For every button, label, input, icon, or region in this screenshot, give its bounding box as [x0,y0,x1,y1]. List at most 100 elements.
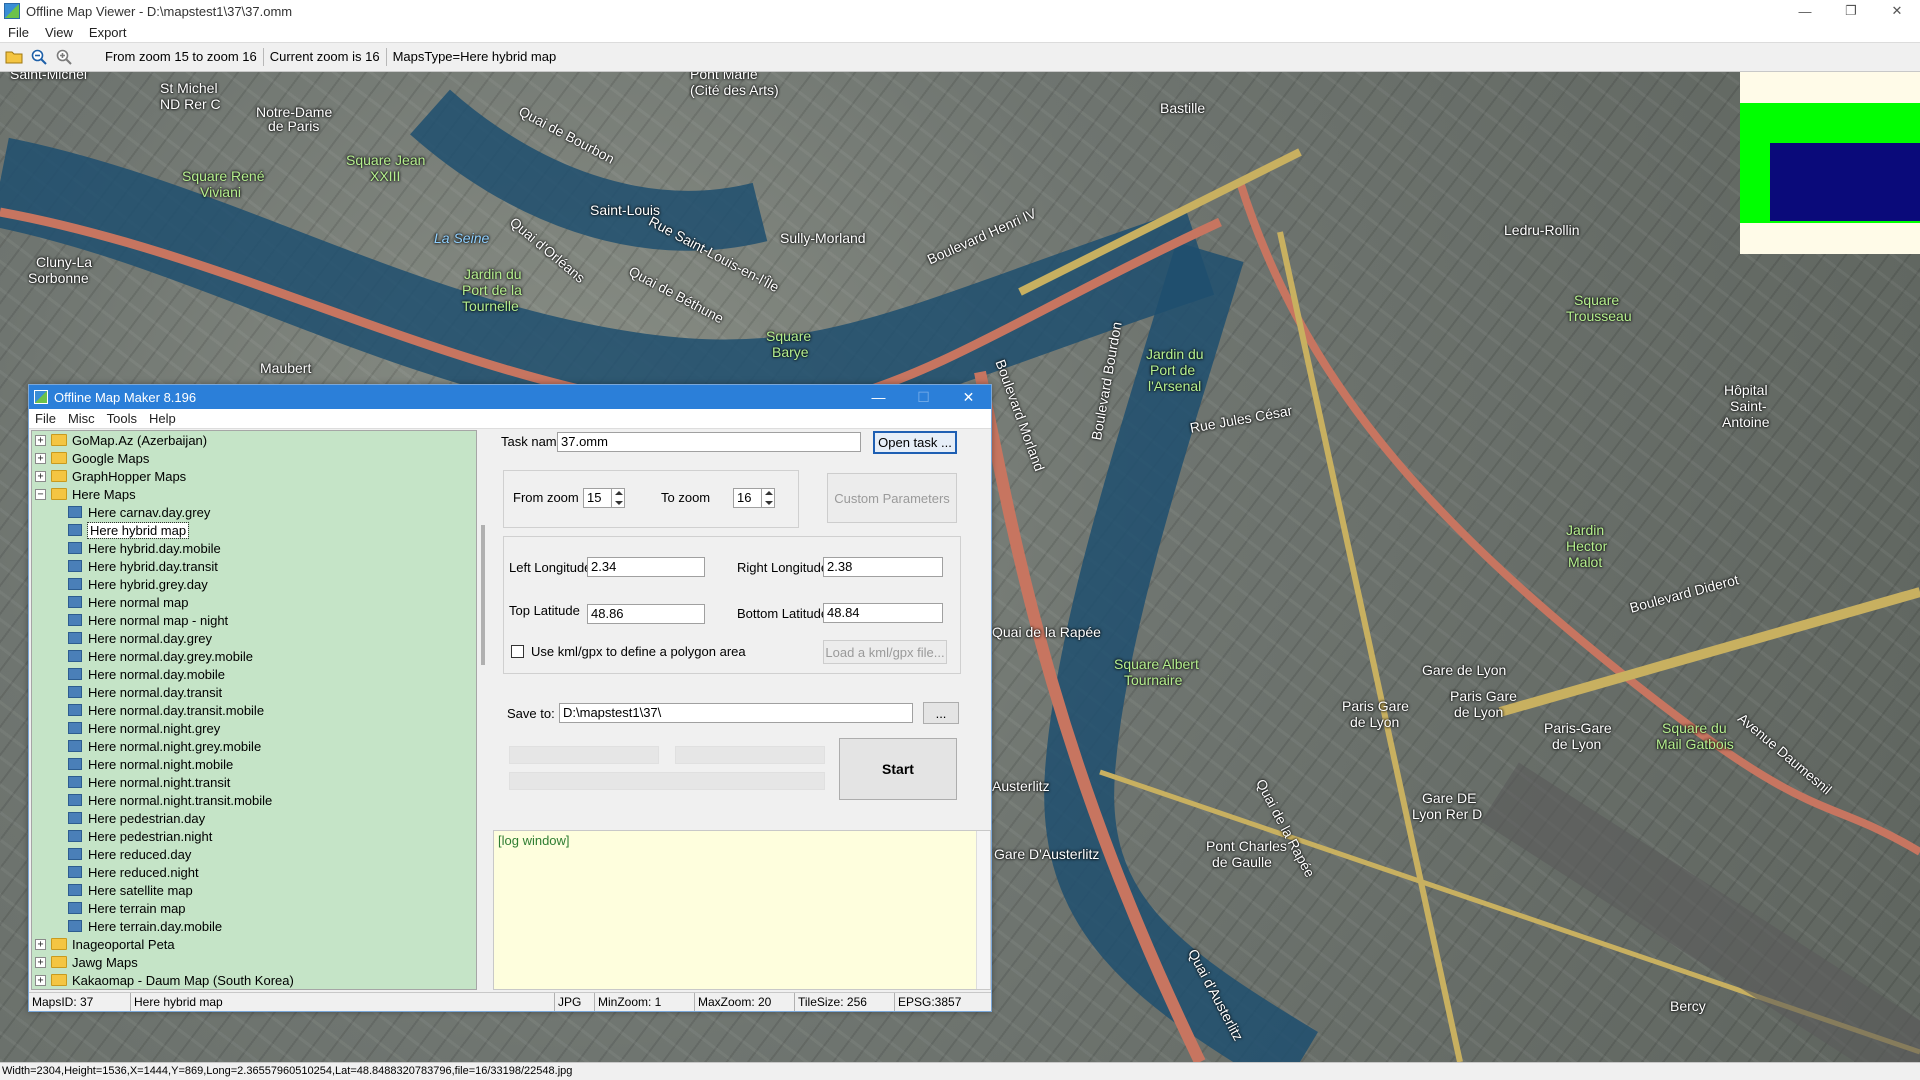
tree-item[interactable]: Here terrain map [32,899,476,917]
tree-folder[interactable]: + Jawg Maps [32,953,476,971]
menu-export[interactable]: Export [81,25,135,40]
maker-close-button[interactable]: ✕ [946,385,991,409]
top-latitude-input[interactable]: 48.86 [587,604,705,624]
tree-folder[interactable]: + GraphHopper Maps [32,467,476,485]
tree-item[interactable]: Here normal.night.mobile [32,755,476,773]
close-button[interactable]: ✕ [1874,0,1920,22]
map-label: ND Rer C [160,96,221,112]
tree-item-label: Here terrain.day.mobile [88,918,223,934]
tree-item[interactable]: Here normal.night.grey [32,719,476,737]
tree-item[interactable]: Here satellite map [32,881,476,899]
from-zoom-spinner[interactable] [611,488,625,508]
map-layer-icon [68,704,82,716]
left-longitude-input[interactable]: 2.34 [587,557,705,577]
overview-viewport[interactable] [1770,143,1920,221]
map-label: Lyon Rer D [1412,806,1483,822]
tile-size-status: TileSize: 256 [795,993,895,1011]
tree-item[interactable]: Here hybrid.day.mobile [32,539,476,557]
map-source-tree[interactable]: + GoMap.Az (Azerbaijan) + Google Maps + Graph… [31,430,477,990]
tree-item-label: Jawg Maps [72,954,138,970]
open-task-button[interactable]: Open task ... [873,431,957,454]
load-kml-button[interactable]: Load a kml/gpx file... [823,640,947,664]
maker-maximize-button[interactable]: ☐ [901,385,946,409]
map-label: Saint-Michel [10,72,88,82]
tree-item[interactable]: Here normal.night.transit [32,773,476,791]
maker-title-bar[interactable]: Offline Map Maker 8.196 — ☐ ✕ [29,385,991,409]
viewer-title: Offline Map Viewer - D:\mapstest1\37\37.… [26,3,293,19]
expand-icon[interactable]: + [35,470,46,482]
map-layer-icon [68,830,82,842]
map-layer-icon [68,614,82,626]
tree-item[interactable]: Here normal.day.transit.mobile [32,701,476,719]
minimize-button[interactable]: — [1782,0,1828,22]
map-label: Port de [1150,362,1196,378]
menu-view[interactable]: View [37,25,81,40]
maker-menu-misc[interactable]: Misc [62,411,101,426]
task-name-input[interactable]: 37.omm [557,432,861,452]
tree-folder[interactable]: + GoMap.Az (Azerbaijan) [32,431,476,449]
to-zoom-spinner[interactable] [761,488,775,508]
tree-item-label: Google Maps [72,450,150,466]
folder-icon [51,956,67,968]
tree-item[interactable]: Here normal.day.transit [32,683,476,701]
zoom-out-button[interactable] [28,46,50,68]
open-folder-button[interactable] [3,46,25,68]
tree-item[interactable]: Here pedestrian.night [32,827,476,845]
map-label: Square Jean [346,152,426,168]
tree-item[interactable]: Here normal map - night [32,611,476,629]
save-to-input[interactable]: D:\mapstest1\37\ [559,703,913,723]
tree-item-label: Here normal.night.transit [88,774,231,790]
expand-icon[interactable]: + [35,452,46,464]
map-label: Mail Gatbois [1656,736,1734,752]
right-longitude-input[interactable]: 2.38 [823,557,943,577]
map-label: Gare D'Austerlitz [994,846,1100,862]
task-form: Task name 37.omm Open task ... From zoom… [493,430,991,828]
menu-file[interactable]: File [0,25,37,40]
tree-item[interactable]: Here normal map [32,593,476,611]
tree-item[interactable]: Here pedestrian.day [32,809,476,827]
tree-folder[interactable]: + Inageoportal Peta [32,935,476,953]
tree-item[interactable]: Here normal.night.transit.mobile [32,791,476,809]
tree-item-label: Here pedestrian.night [88,828,213,844]
log-scrollbar[interactable] [976,831,990,989]
map-label: l'Arsenal [1148,378,1202,394]
expand-icon[interactable]: + [35,974,46,986]
maker-minimize-button[interactable]: — [856,385,901,409]
tree-item[interactable]: Here reduced.day [32,845,476,863]
maker-menu-tools[interactable]: Tools [101,411,143,426]
tree-folder[interactable]: − Here Maps [32,485,476,503]
expand-icon[interactable]: + [35,938,46,950]
tree-item[interactable]: Here hybrid.day.transit [32,557,476,575]
tree-item[interactable]: Here normal.day.grey.mobile [32,647,476,665]
expand-icon[interactable]: + [35,434,46,446]
tree-scrollbar-thumb[interactable] [481,525,485,665]
tree-item[interactable]: Here hybrid.grey.day [32,575,476,593]
maker-menu-help[interactable]: Help [143,411,182,426]
viewer-status-bar: Width=2304,Height=1536,X=1444,Y=869,Long… [0,1062,1920,1080]
tree-item[interactable]: Here reduced.night [32,863,476,881]
tree-folder[interactable]: + Google Maps [32,449,476,467]
tree-item[interactable]: Here carnav.day.grey [32,503,476,521]
bottom-latitude-input[interactable]: 48.84 [823,603,943,623]
tree-item[interactable]: Here hybrid map [32,521,476,539]
map-label: (Cité des Arts) [690,82,779,98]
custom-parameters-button[interactable]: Custom Parameters [827,473,957,523]
kml-polygon-checkbox[interactable] [511,645,524,658]
collapse-icon[interactable]: − [35,488,46,500]
tree-item[interactable]: Here normal.day.mobile [32,665,476,683]
map-label: Square du [1662,720,1727,736]
viewer-menu-bar: File View Export [0,22,1920,42]
start-button[interactable]: Start [839,738,957,800]
zoom-in-button[interactable] [53,46,75,68]
maker-menu-file[interactable]: File [29,411,62,426]
restore-button[interactable]: ❐ [1828,0,1874,22]
tree-item[interactable]: Here normal.day.grey [32,629,476,647]
tree-folder[interactable]: + Kakaomap - Daum Map (South Korea) [32,971,476,989]
tree-item-label: Here normal.day.grey.mobile [88,648,253,664]
log-window[interactable]: [log window] [493,830,991,990]
map-layer-icon [68,542,82,554]
tree-item[interactable]: Here normal.night.grey.mobile [32,737,476,755]
tree-item[interactable]: Here terrain.day.mobile [32,917,476,935]
expand-icon[interactable]: + [35,956,46,968]
browse-folder-button[interactable]: ... [923,702,959,724]
